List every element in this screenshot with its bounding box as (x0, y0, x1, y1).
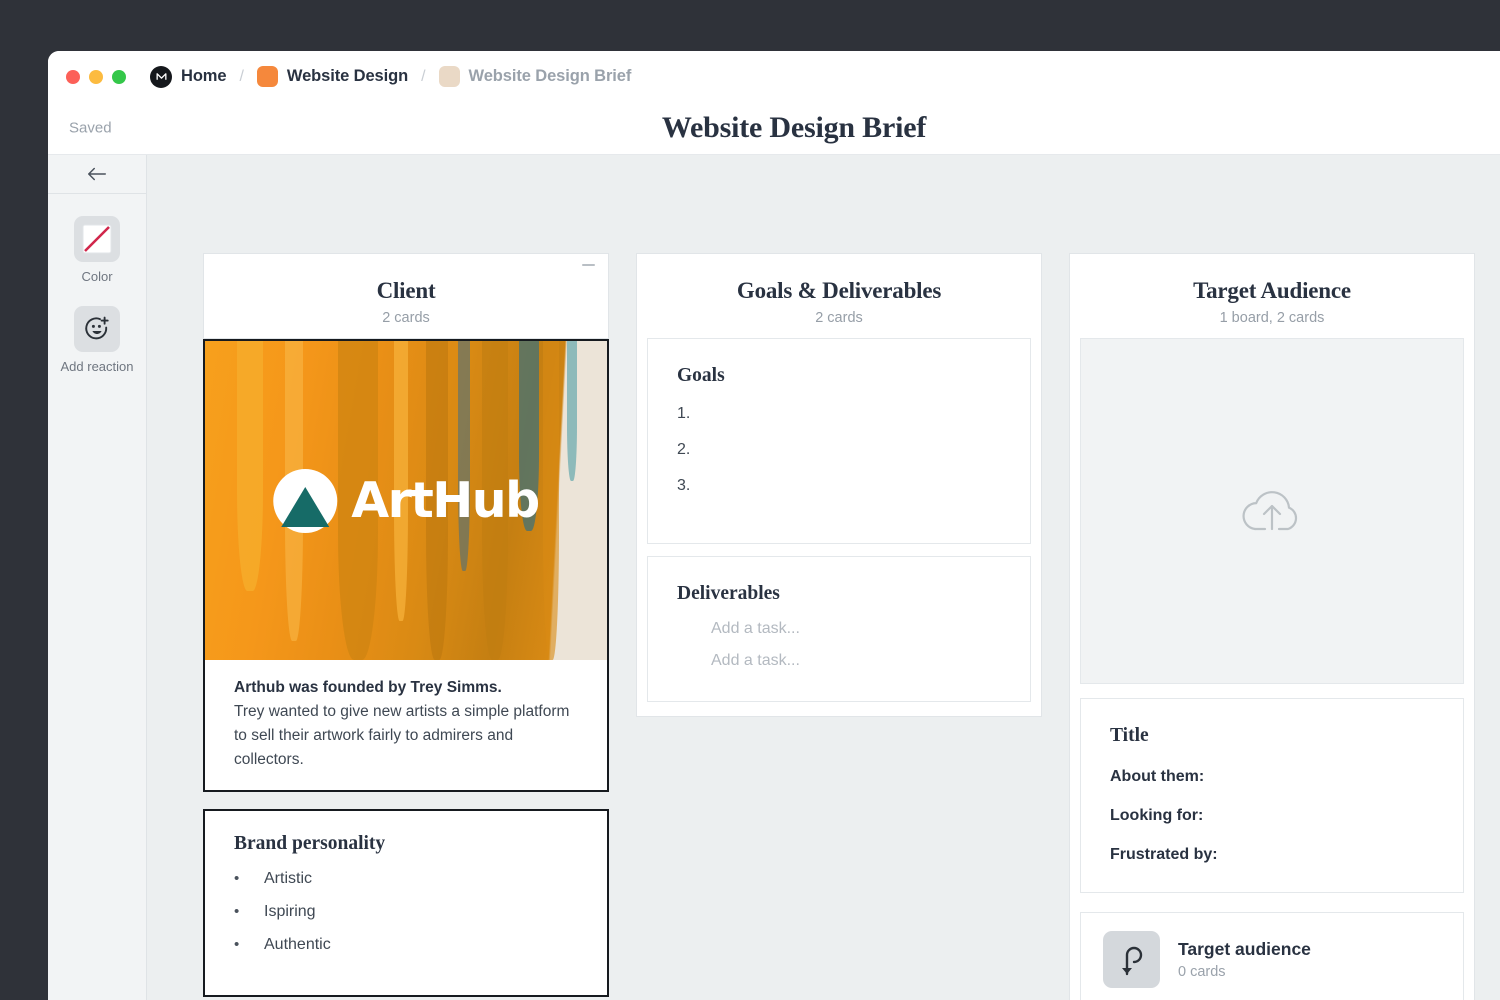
column-header-client: Client 2 cards (203, 253, 609, 339)
goals-item-3[interactable]: 3. (677, 477, 1001, 495)
audience-card-title: Title (1110, 725, 1434, 747)
board-item-name: Target audience (1178, 939, 1311, 960)
column-header-target-audience: Target Audience 1 board, 2 cards (1069, 253, 1475, 1000)
deliverables-title: Deliverables (677, 583, 1001, 605)
column-target-audience: Target Audience 1 board, 2 cards (1069, 253, 1475, 1000)
board-item-card-count: 0 cards (1178, 964, 1311, 980)
column-subtitle-client: 2 cards (214, 310, 598, 326)
arthub-triangle-logo-icon (273, 469, 337, 533)
breadcrumb-label-website-design-brief: Website Design Brief (469, 67, 632, 86)
column-subtitle-target-audience: 1 board, 2 cards (1080, 310, 1464, 326)
audience-field-about-them[interactable]: About them: (1110, 768, 1434, 786)
client-intro-text: Trey wanted to give new artists a simple… (234, 700, 578, 772)
cloud-upload-icon (1237, 483, 1307, 539)
breadcrumb-separator: / (421, 68, 425, 86)
column-list: Client 2 cards (147, 155, 1500, 1000)
breadcrumb-item-website-design[interactable]: Website Design (257, 66, 408, 87)
app-window: Home / Website Design / Website Design B… (48, 51, 1500, 1000)
zoom-window-button[interactable] (112, 70, 126, 84)
orange-swatch-icon (257, 66, 278, 87)
save-status: Saved (69, 120, 112, 137)
breadcrumb: Home / Website Design / Website Design B… (150, 66, 631, 88)
document-header: Saved Website Design Brief (48, 102, 1500, 155)
board-arrow-icon (1103, 931, 1160, 988)
tool-color[interactable]: Color (48, 216, 146, 284)
page-title: Website Design Brief (48, 111, 1500, 145)
column-subtitle-goals: 2 cards (647, 310, 1031, 326)
task-row[interactable]: Add a task... (677, 619, 1001, 639)
bullet-icon: • (234, 936, 264, 953)
audience-field-looking-for[interactable]: Looking for: (1110, 807, 1434, 825)
task-placeholder-1[interactable]: Add a task... (711, 652, 800, 670)
brand-personality-title: Brand personality (234, 833, 578, 855)
task-checkbox-0[interactable] (677, 619, 697, 639)
task-row[interactable]: Add a task... (677, 651, 1001, 671)
bullet-icon: • (234, 870, 264, 887)
column-title-target-audience: Target Audience (1080, 278, 1464, 304)
left-toolbar: Color Add reaction (48, 155, 147, 1000)
breadcrumb-item-website-design-brief[interactable]: Website Design Brief (439, 66, 632, 87)
board-item-text: Target audience 0 cards (1178, 939, 1311, 980)
card-client-intro[interactable]: ArtHub Arthub was founded by Trey Simms.… (203, 339, 609, 792)
emoji-plus-icon (74, 306, 120, 352)
task-placeholder-0[interactable]: Add a task... (711, 620, 800, 638)
audience-field-frustrated-by[interactable]: Frustrated by: (1110, 846, 1434, 864)
tool-label-color: Color (81, 269, 112, 284)
goals-title: Goals (677, 365, 1001, 387)
minimize-column-icon[interactable] (582, 264, 595, 266)
breadcrumb-label-home: Home (181, 67, 226, 86)
card-goals[interactable]: Goals 1. 2. 3. (647, 338, 1031, 544)
desktop-background: Home / Website Design / Website Design B… (0, 0, 1500, 1000)
window-body: Color Add reaction (48, 155, 1500, 1000)
minimize-window-button[interactable] (89, 70, 103, 84)
list-item: • Artistic (234, 870, 578, 888)
breadcrumb-label-website-design: Website Design (287, 67, 408, 86)
traffic-lights (66, 70, 126, 84)
column-client: Client 2 cards (203, 253, 609, 1000)
arthub-cover-image: ArtHub (205, 341, 607, 660)
column-goals-deliverables: Goals & Deliverables 2 cards Goals 1. 2.… (636, 253, 1042, 1000)
bullet-icon: • (234, 903, 264, 920)
client-intro-headline: Arthub was founded by Trey Simms. (234, 676, 578, 700)
column-header-goals: Goals & Deliverables 2 cards Goals 1. 2.… (636, 253, 1042, 717)
titlebar: Home / Website Design / Website Design B… (48, 51, 1500, 102)
arrow-left-icon (86, 166, 108, 182)
breadcrumb-separator: / (239, 68, 243, 86)
board-canvas[interactable]: Client 2 cards (147, 155, 1500, 1000)
card-deliverables[interactable]: Deliverables Add a task... Add a task... (647, 556, 1031, 702)
column-title-client: Client (214, 278, 598, 304)
list-item: • Ispiring (234, 903, 578, 921)
tool-add-reaction[interactable]: Add reaction (48, 306, 146, 374)
brand-bullet-1: Ispiring (264, 903, 316, 921)
arthub-logo: ArtHub (273, 469, 538, 533)
tan-swatch-icon (439, 66, 460, 87)
toolbar-back-button[interactable] (48, 155, 146, 194)
milanote-logo-icon (150, 66, 172, 88)
card-client-intro-body: Arthub was founded by Trey Simms. Trey w… (205, 660, 607, 790)
card-audience-title[interactable]: Title About them: Looking for: Frustrate… (1080, 698, 1464, 893)
brand-bullet-0: Artistic (264, 870, 312, 888)
card-brand-personality[interactable]: Brand personality • Artistic • Ispiring … (203, 809, 609, 997)
tool-label-add-reaction: Add reaction (61, 359, 134, 374)
image-upload-placeholder[interactable] (1080, 338, 1464, 684)
list-item: • Authentic (234, 936, 578, 954)
arthub-logo-text: ArtHub (351, 472, 538, 529)
goals-item-2[interactable]: 2. (677, 441, 1001, 459)
breadcrumb-item-home[interactable]: Home (150, 66, 226, 88)
close-window-button[interactable] (66, 70, 80, 84)
column-title-goals: Goals & Deliverables (647, 278, 1031, 304)
goals-item-1[interactable]: 1. (677, 405, 1001, 423)
color-swatch-none-icon (74, 216, 120, 262)
task-checkbox-1[interactable] (677, 651, 697, 671)
board-item-target-audience[interactable]: Target audience 0 cards (1080, 912, 1464, 1000)
brand-bullet-2: Authentic (264, 936, 331, 954)
